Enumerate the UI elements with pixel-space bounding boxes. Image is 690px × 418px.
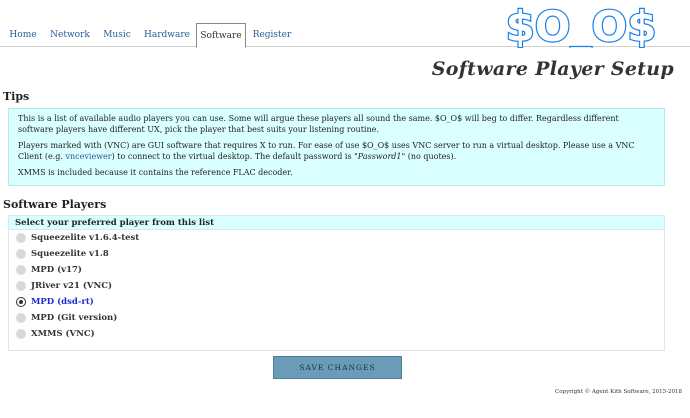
vncviewer-link[interactable]: vnceviewer bbox=[66, 152, 112, 161]
tips-heading: Tips bbox=[3, 90, 30, 103]
player-option-mpd-git[interactable]: MPD (Git version) bbox=[9, 310, 664, 326]
player-option-mpd-dsd-rt[interactable]: MPD (dsd-rt) bbox=[9, 294, 664, 310]
radio-button[interactable] bbox=[16, 233, 26, 243]
copyright-footer: Copyright © Agent Kith Software, 2015-20… bbox=[555, 389, 682, 395]
tips-box: This is a list of available audio player… bbox=[8, 108, 665, 186]
app-logo: $O_O$ bbox=[504, 2, 657, 48]
page-title: Software Player Setup bbox=[431, 58, 674, 80]
tab-register[interactable]: Register bbox=[250, 23, 294, 47]
tips-paragraph-2: Players marked with (VNC) are GUI softwa… bbox=[18, 141, 635, 161]
tips-paragraph-3: XMMS is included because it contains the… bbox=[18, 168, 293, 177]
player-option-xmms[interactable]: XMMS (VNC) bbox=[9, 326, 664, 342]
player-option-squeezelite-1-8[interactable]: Squeezelite v1.8 bbox=[9, 246, 664, 262]
radio-button[interactable] bbox=[16, 265, 26, 275]
software-players-heading: Software Players bbox=[3, 198, 107, 211]
tips-paragraph-1: This is a list of available audio player… bbox=[18, 114, 619, 134]
radio-button-selected[interactable] bbox=[16, 297, 26, 307]
tab-hardware[interactable]: Hardware bbox=[142, 23, 192, 47]
radio-button[interactable] bbox=[16, 313, 26, 323]
player-option-jriver-v21[interactable]: JRiver v21 (VNC) bbox=[9, 278, 664, 294]
tab-software[interactable]: Software bbox=[196, 23, 246, 48]
tab-home[interactable]: Home bbox=[4, 23, 42, 47]
radio-button[interactable] bbox=[16, 329, 26, 339]
save-changes-button[interactable]: SAVE CHANGES bbox=[273, 356, 402, 379]
tab-music[interactable]: Music bbox=[98, 23, 136, 47]
radio-button[interactable] bbox=[16, 281, 26, 291]
player-option-mpd-v17[interactable]: MPD (v17) bbox=[9, 262, 664, 278]
tab-network[interactable]: Network bbox=[48, 23, 92, 47]
default-password: Password1 bbox=[357, 152, 402, 161]
radio-button[interactable] bbox=[16, 249, 26, 259]
logo-text: $O_O$ bbox=[506, 2, 657, 48]
player-list: Select your preferred player from this l… bbox=[8, 215, 665, 351]
player-list-title: Select your preferred player from this l… bbox=[9, 216, 664, 230]
player-option-squeezelite-1-6-4[interactable]: Squeezelite v1.6.4-test bbox=[9, 230, 664, 246]
